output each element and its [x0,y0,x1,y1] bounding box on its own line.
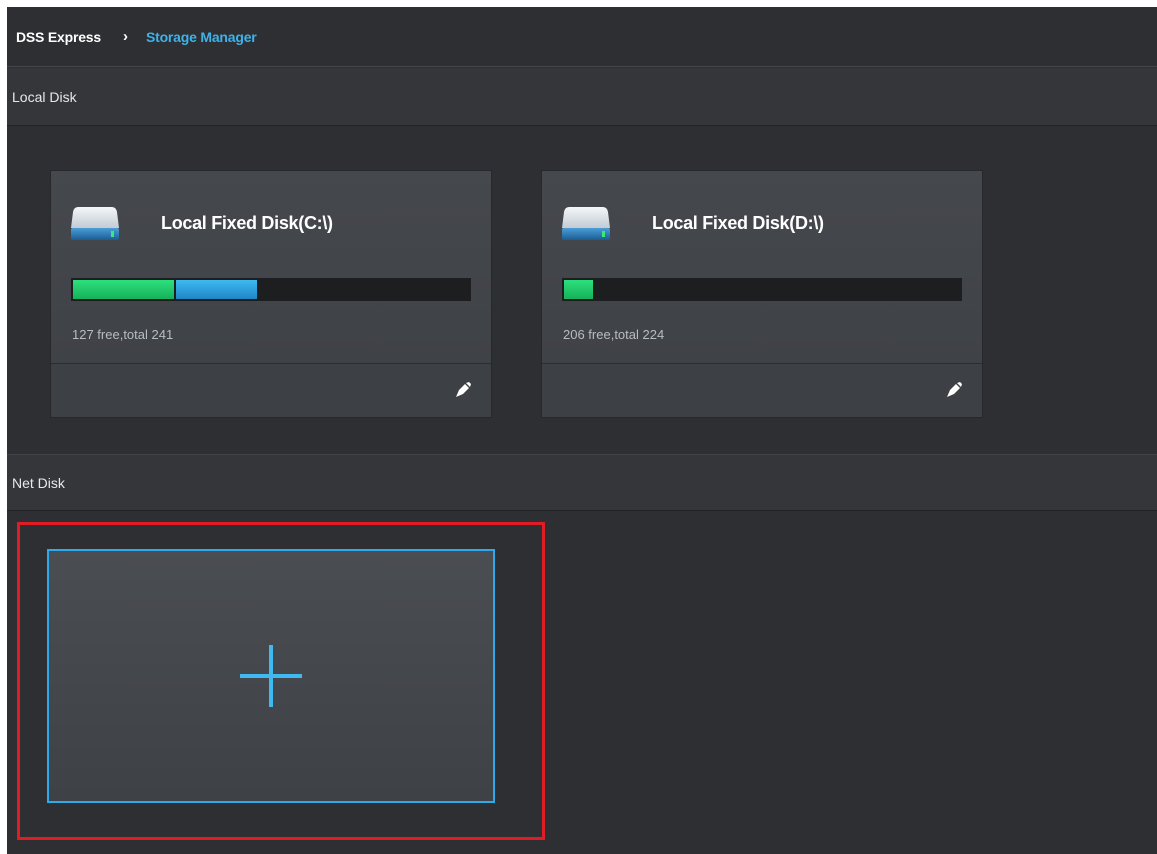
hard-drive-icon [562,207,610,240]
local-disk-section-header: Local Disk [7,68,1157,126]
hard-drive-icon [71,207,119,240]
disk-usage-bar [562,278,962,301]
disk-card-c: Local Fixed Disk(C:\) 127 free,total 241 [50,170,492,418]
net-disk-section-header: Net Disk [7,454,1157,511]
edit-icon[interactable] [454,381,472,399]
disk-usage-bar [71,278,471,301]
breadcrumb: DSS Express › Storage Manager [7,7,1157,67]
breadcrumb-current: Storage Manager [145,28,257,45]
breadcrumb-separator-icon: › [122,28,128,45]
disk-free-total-text: 127 free,total 241 [72,327,174,342]
usage-segment-green [564,280,593,299]
disk-card-body: Local Fixed Disk(C:\) 127 free,total 241 [51,171,491,364]
disk-free-total-text: 206 free,total 224 [563,327,665,342]
add-net-disk-button[interactable] [47,549,495,803]
breadcrumb-home-link[interactable]: DSS Express [16,29,101,45]
edit-icon[interactable] [945,381,963,399]
local-disk-section-title: Local Disk [12,88,77,105]
disk-name: Local Fixed Disk(C:\) [161,213,333,233]
disk-name: Local Fixed Disk(D:\) [652,213,824,233]
plus-icon [240,645,302,707]
disk-card-body: Local Fixed Disk(D:\) 206 free,total 224 [542,171,982,364]
storage-manager-window: DSS Express › Storage Manager Local Disk [7,7,1157,854]
usage-segment-green [73,280,174,299]
net-disk-section-title: Net Disk [12,474,65,491]
disk-card-d: Local Fixed Disk(D:\) 206 free,total 224 [541,170,983,418]
usage-segment-blue [176,280,257,299]
